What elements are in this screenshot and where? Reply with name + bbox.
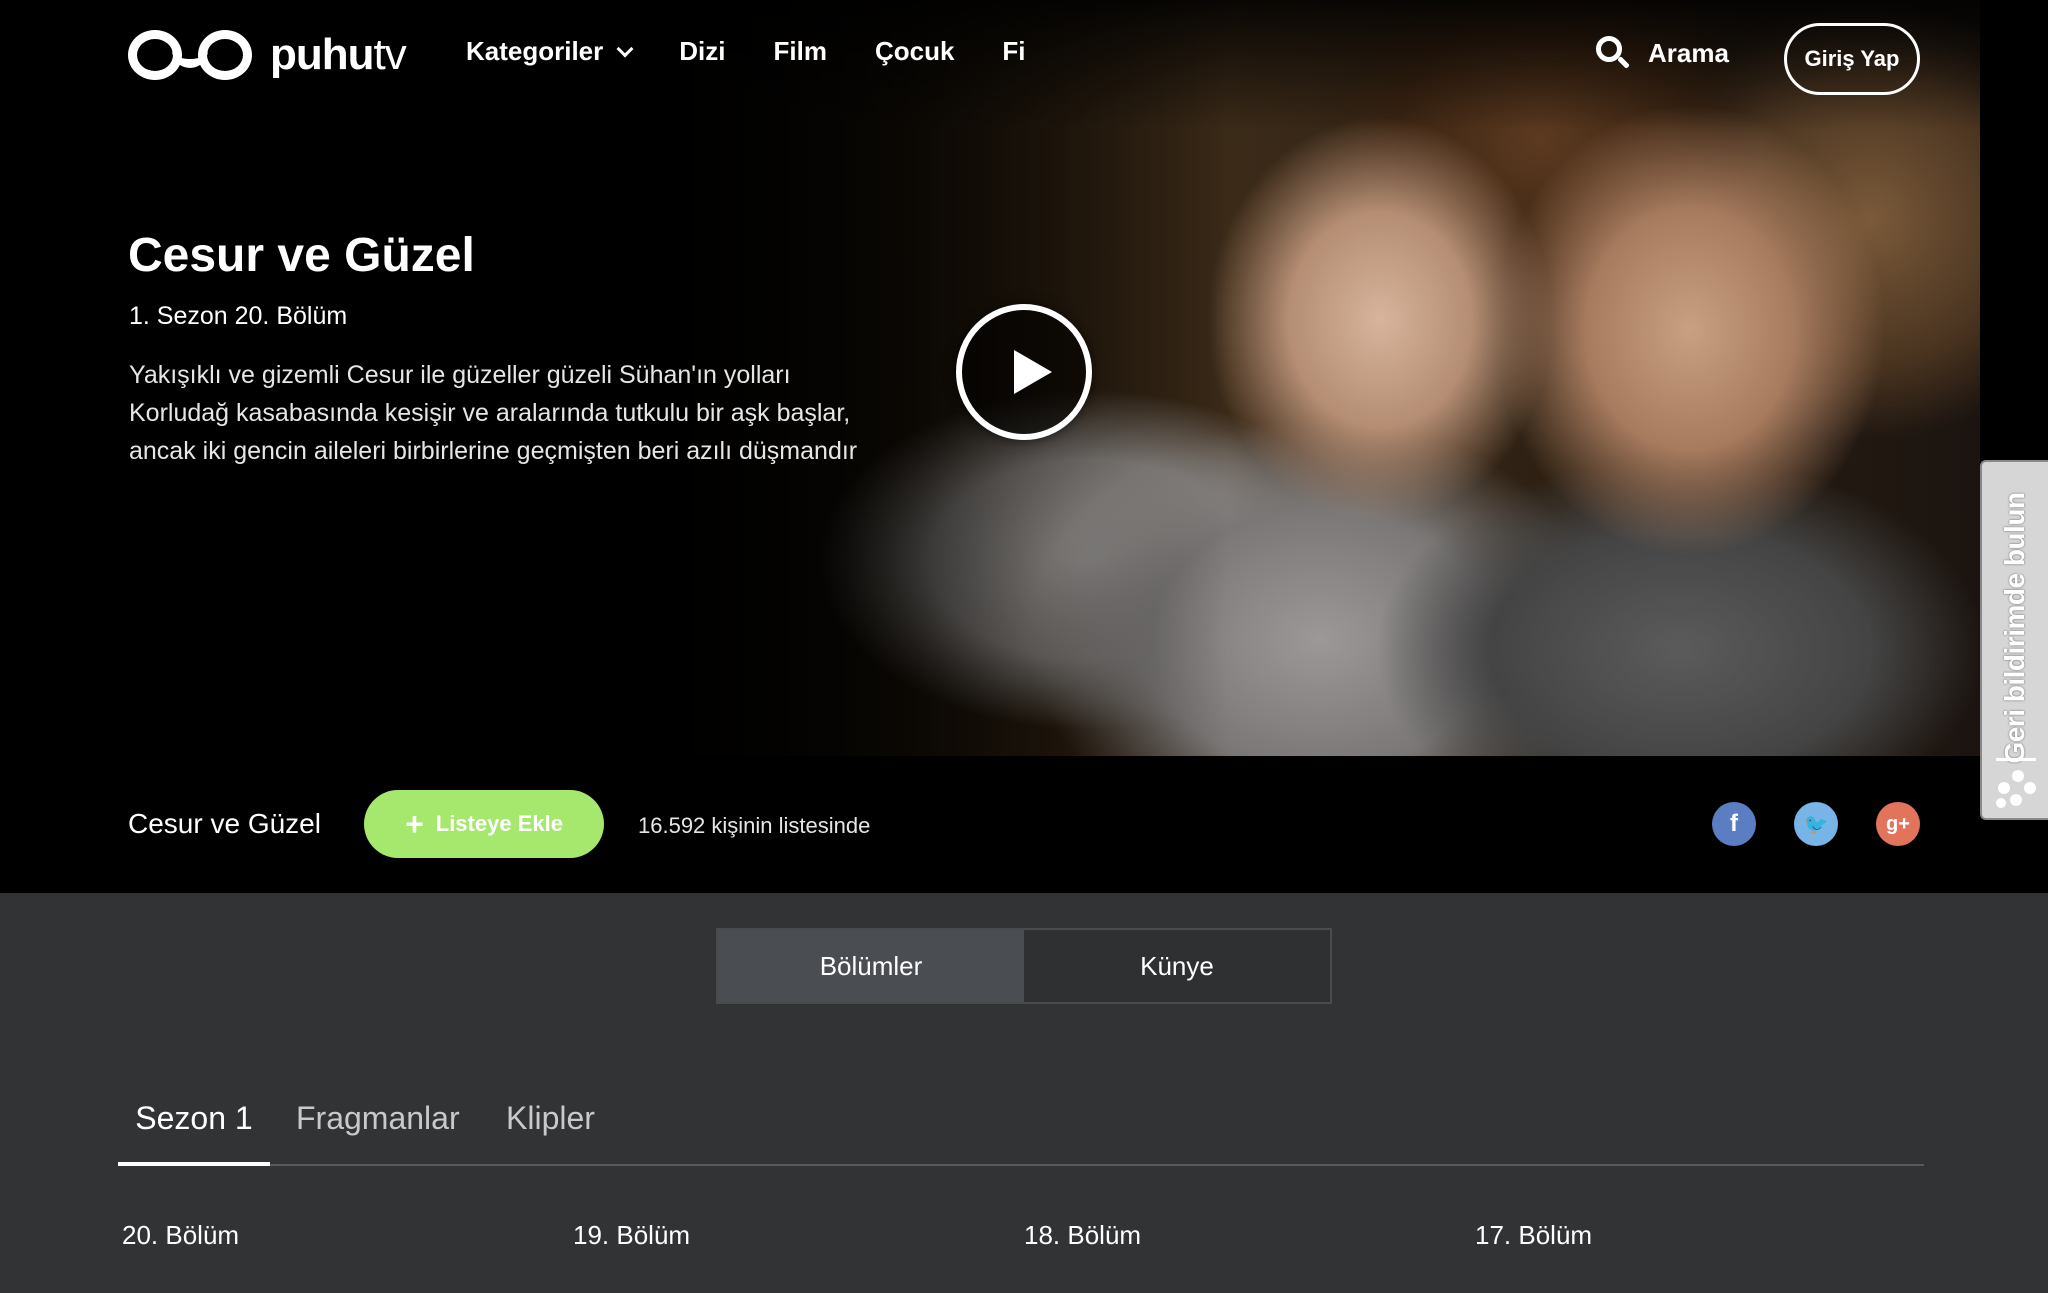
nav-item-kategoriler[interactable]: Kategoriler [466, 36, 634, 67]
tab-episodes[interactable]: Bölümler [718, 930, 1024, 1002]
episode-item[interactable]: 20. Bölüm [122, 1220, 239, 1251]
puhutv-logo[interactable]: puhutv [128, 28, 407, 82]
info-show-name: Cesur ve Güzel [128, 808, 321, 839]
feedback-dots-icon [1996, 768, 2040, 812]
tab-trailers[interactable]: Fragmanlar [296, 1100, 460, 1166]
episode-item[interactable]: 18. Bölüm [1024, 1220, 1141, 1251]
facebook-icon[interactable]: f [1712, 802, 1756, 846]
logo-mark-icon [128, 28, 252, 82]
nav-item-film[interactable]: Film [774, 36, 827, 67]
search-icon [1596, 36, 1630, 70]
top-nav: puhutv Kategoriler Dizi Film Çocuk Fi Ar… [0, 0, 2048, 110]
search-label: Arama [1648, 37, 1729, 68]
logo-text: puhutv [270, 30, 407, 79]
feedback-label: Geri bildirimde bulun [1999, 492, 2030, 764]
twitter-icon[interactable]: 🐦 [1794, 802, 1838, 846]
play-button[interactable] [956, 304, 1092, 440]
show-title: Cesur ve Güzel [128, 229, 475, 282]
nav-links: Kategoriler Dizi Film Çocuk Fi [466, 36, 1026, 67]
episode-item[interactable]: 19. Bölüm [573, 1220, 690, 1251]
chevron-down-icon [616, 40, 634, 57]
show-description: Yakışıklı ve gizemli Cesur ile güzeller … [129, 361, 858, 465]
login-button[interactable]: Giriş Yap [1784, 23, 1920, 95]
plus-icon: + [405, 806, 424, 842]
season-tabs: Sezon 1 Fragmanlar Klipler [118, 1100, 1924, 1166]
nav-item-fi[interactable]: Fi [1002, 36, 1025, 67]
content-tabs: Bölümler Künye [716, 928, 1332, 1004]
play-icon [1014, 350, 1052, 394]
nav-item-dizi[interactable]: Dizi [679, 36, 725, 67]
episode-item[interactable]: 17. Bölüm [1475, 1220, 1592, 1251]
google-plus-icon[interactable]: g+ [1876, 802, 1920, 846]
tab-season-1[interactable]: Sezon 1 [118, 1100, 270, 1166]
add-to-list-label: Listeye Ekle [435, 811, 563, 836]
list-count: 16.592 kişinin listesinde [638, 813, 871, 838]
search-button[interactable]: Arama [1596, 36, 1729, 70]
tab-clips[interactable]: Klipler [506, 1100, 595, 1166]
feedback-tab[interactable]: Geri bildirimde bulun [1980, 460, 2048, 820]
tab-credits[interactable]: Künye [1024, 930, 1330, 1002]
add-to-list-button[interactable]: + Listeye Ekle [364, 790, 604, 858]
episode-label: 1. Sezon 20. Bölüm [129, 302, 348, 330]
nav-item-cocuk[interactable]: Çocuk [875, 36, 954, 67]
